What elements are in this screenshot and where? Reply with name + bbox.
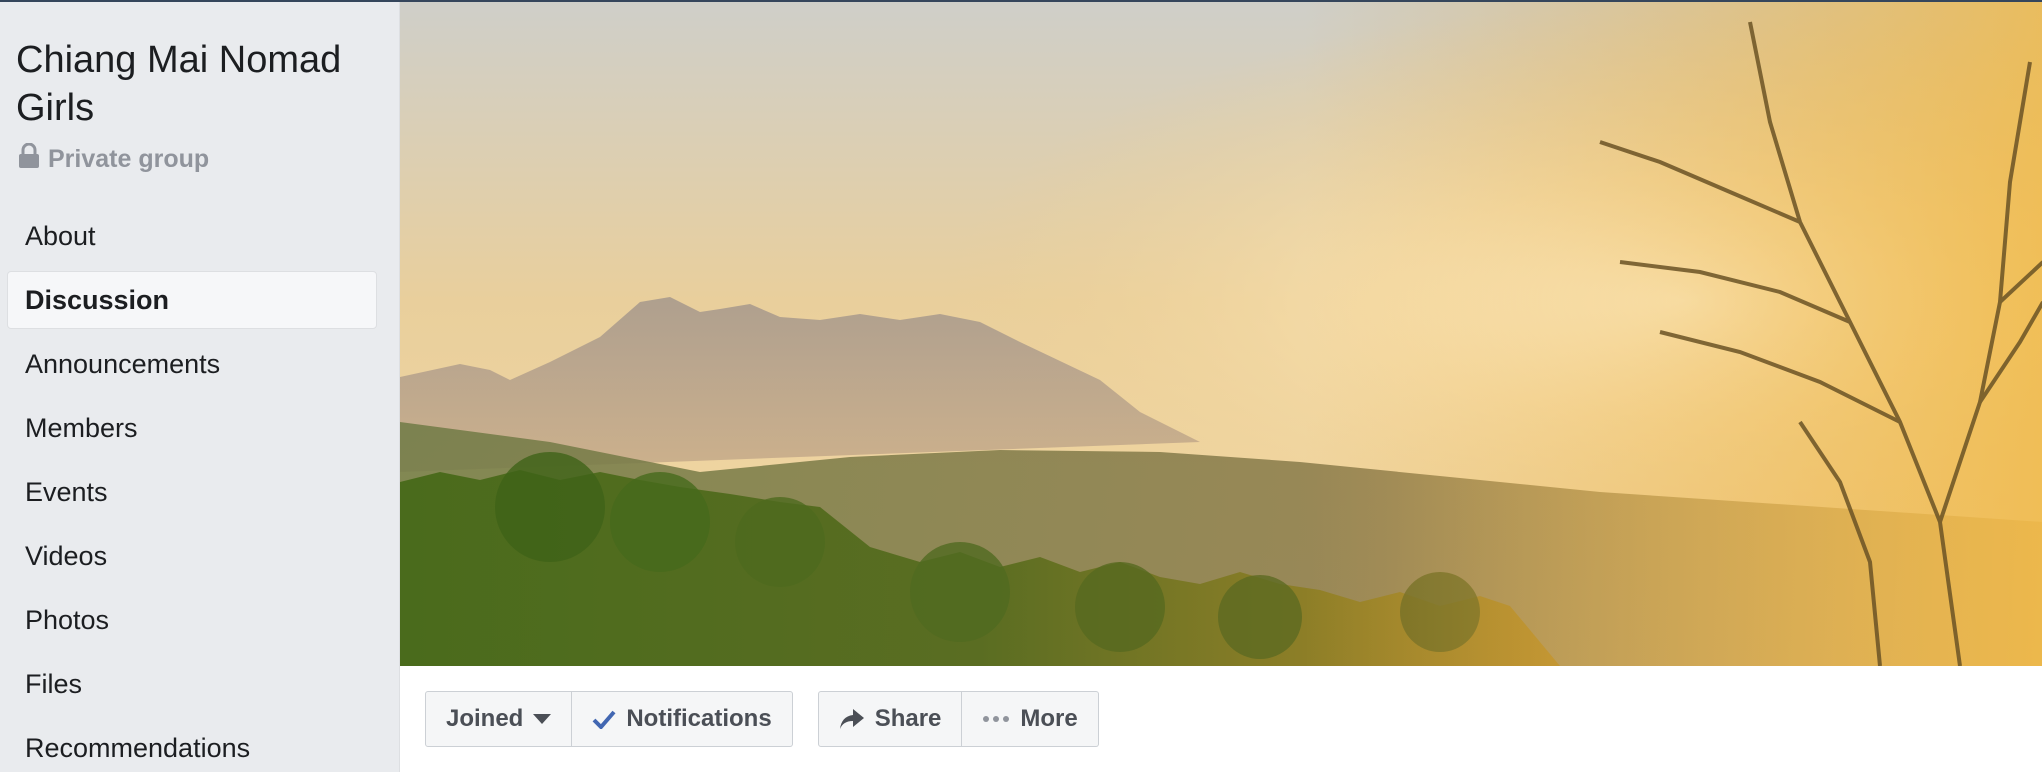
- cover-photo[interactable]: [400, 2, 2042, 666]
- sidebar-item-photos[interactable]: Photos: [7, 591, 377, 649]
- sidebar-item-about[interactable]: About: [7, 207, 377, 265]
- group-actions: Joined Notifications Share More: [425, 691, 1099, 749]
- more-label: More: [1020, 705, 1078, 732]
- group-nav: About Discussion Announcements Members E…: [7, 207, 377, 772]
- sidebar-item-videos[interactable]: Videos: [7, 527, 377, 585]
- share-label: Share: [874, 705, 942, 732]
- group-name[interactable]: Chiang Mai Nomad Girls: [16, 36, 376, 132]
- privacy-label: Private group: [48, 144, 210, 173]
- sidebar-item-files[interactable]: Files: [7, 655, 377, 713]
- notifications-button[interactable]: Notifications: [572, 691, 793, 747]
- group-main: Joined Notifications Share More: [399, 2, 2042, 772]
- share-arrow-icon: [839, 708, 865, 730]
- share-more-button-group: Share More: [817, 691, 1099, 749]
- checkmark-icon: [592, 709, 616, 729]
- group-sidebar: Chiang Mai Nomad Girls Private group Abo…: [0, 2, 398, 772]
- membership-button-group: Joined Notifications: [425, 691, 793, 749]
- more-dots-icon: [982, 715, 1010, 723]
- more-button[interactable]: More: [962, 691, 1099, 747]
- caret-down-icon: [533, 714, 552, 724]
- notifications-label: Notifications: [626, 705, 772, 732]
- sidebar-item-discussion[interactable]: Discussion: [7, 271, 377, 329]
- sidebar-item-events[interactable]: Events: [7, 463, 377, 521]
- sidebar-item-members[interactable]: Members: [7, 399, 377, 457]
- joined-label: Joined: [446, 705, 524, 732]
- share-button[interactable]: Share: [817, 691, 963, 747]
- privacy-indicator: Private group: [18, 142, 209, 176]
- sidebar-item-recommendations[interactable]: Recommendations: [7, 719, 377, 772]
- joined-button[interactable]: Joined: [425, 691, 573, 747]
- lock-icon: [18, 142, 40, 176]
- sidebar-item-announcements[interactable]: Announcements: [7, 335, 377, 393]
